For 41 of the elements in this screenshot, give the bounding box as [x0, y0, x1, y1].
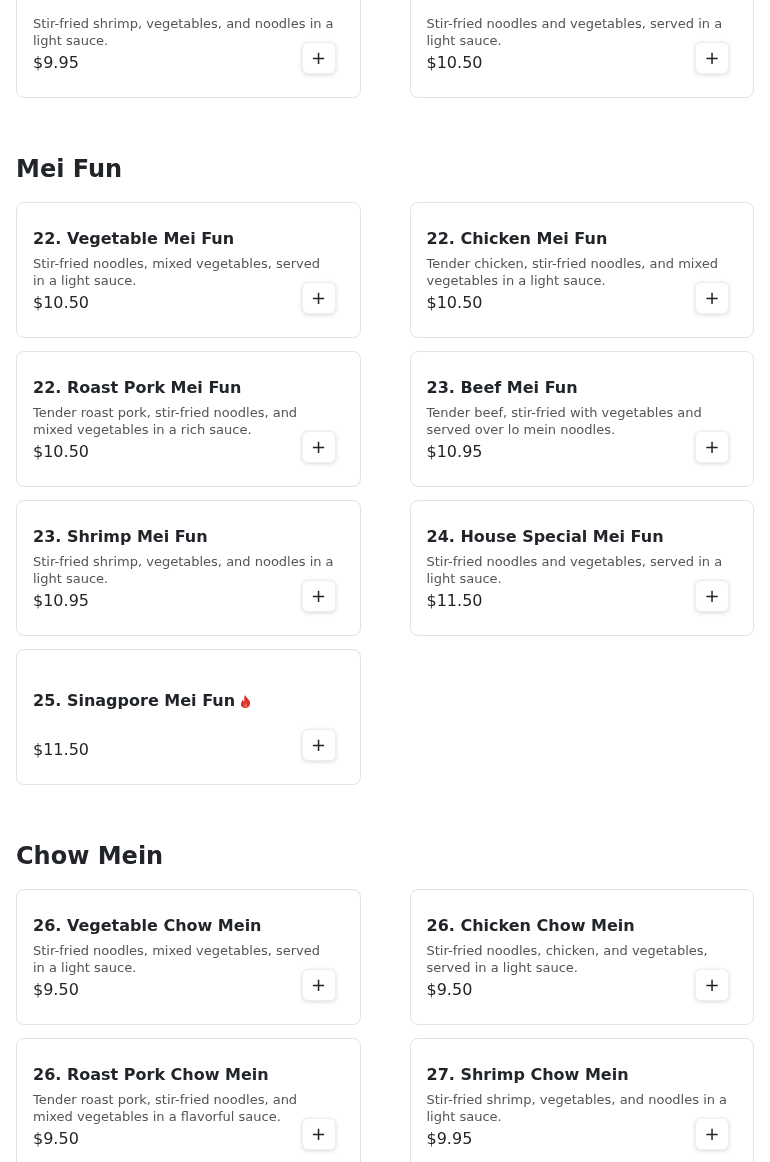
item-title: 24. House Special Mei Fun	[426, 526, 664, 548]
item-title: 26. Roast Pork Chow Mein	[33, 1064, 269, 1086]
add-button[interactable]: +	[301, 969, 336, 1001]
item-title: 23. Shrimp Mei Fun	[33, 526, 208, 548]
item-price: $9.95	[33, 53, 79, 74]
item-price: $10.50	[426, 293, 483, 314]
item-description: Tender roast pork, stir-fried noodles, and mixed vegetables in a rich sauce.	[33, 404, 299, 438]
item-title: 22. Vegetable Mei Fun	[33, 228, 235, 250]
item-title: 26. Vegetable Chow Mein	[33, 915, 262, 937]
item-price: $9.50	[33, 980, 79, 1001]
item-title: 22. Roast Pork Mei Fun	[33, 377, 242, 399]
add-button[interactable]: +	[695, 580, 729, 612]
add-button[interactable]: +	[695, 282, 729, 314]
item-price: $10.50	[33, 293, 89, 314]
section-heading: Mei Fun	[16, 154, 124, 184]
item-price: $11.50	[33, 740, 89, 761]
add-button[interactable]: +	[301, 42, 336, 74]
add-button[interactable]: +	[695, 969, 729, 1001]
item-price: $9.50	[426, 980, 473, 1001]
item-price: $10.95	[33, 591, 89, 612]
add-button[interactable]: +	[695, 42, 729, 74]
add-button[interactable]: +	[301, 431, 336, 463]
item-price: $9.50	[33, 1129, 79, 1150]
item-price: $10.95	[426, 442, 483, 463]
item-price: $11.50	[426, 591, 483, 612]
add-button[interactable]: +	[301, 580, 336, 612]
item-title: 27. Shrimp Chow Mein	[426, 1064, 629, 1086]
item-price: $9.95	[426, 1129, 473, 1150]
add-button[interactable]: +	[695, 1118, 729, 1150]
add-button[interactable]: +	[301, 1118, 336, 1150]
item-title: 26. Chicken Chow Mein	[426, 915, 635, 937]
section-heading: Chow Mein	[16, 841, 165, 871]
item-title: 25. Sinagpore Mei Fun	[33, 690, 236, 712]
item-price: $10.50	[33, 442, 89, 463]
item-price: $10.50	[426, 53, 483, 74]
add-button[interactable]: +	[301, 729, 336, 761]
item-title: 23. Beef Mei Fun	[426, 377, 578, 399]
add-button[interactable]: +	[695, 431, 729, 463]
item-description: Tender roast pork, stir-fried noodles, and mixed vegetables in a flavorful sauce.	[33, 1091, 299, 1125]
item-title: 22. Chicken Mei Fun	[426, 228, 608, 250]
add-button[interactable]: +	[301, 282, 336, 314]
